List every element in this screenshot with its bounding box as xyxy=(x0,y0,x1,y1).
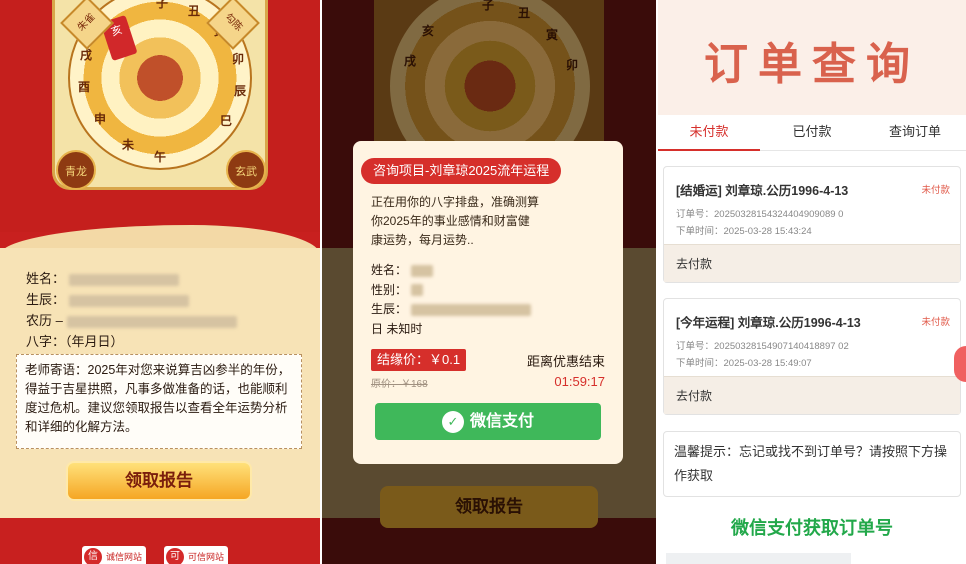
tip-box: 温馨提示：忘记或找不到订单号？请按照下方操作获取 xyxy=(663,431,961,497)
order-card: [结婚运] 刘章琼.公历1996-4-13 未付款 订单号：2025032815… xyxy=(663,166,961,283)
branch-label: 丑 xyxy=(188,4,201,18)
birth-label: 生辰： xyxy=(371,302,408,316)
branch-label: 丑 xyxy=(518,6,531,20)
gender-label: 性别： xyxy=(371,282,408,297)
branch-label: 寅 xyxy=(546,28,559,42)
user-info: 姓名： 生辰： 农历 – 八字：（年月日） xyxy=(26,268,237,352)
guide-heading: 微信支付获取订单号 xyxy=(731,518,893,538)
branch-label: 子 xyxy=(482,0,495,12)
order-card: [今年运程] 刘章琼.公历1996-4-13 未付款 订单号：202503281… xyxy=(663,298,961,415)
order-status: 未付款 xyxy=(921,185,950,196)
shield-icon: 信 xyxy=(84,548,102,564)
trust-logo: 信诚信网站 xyxy=(82,546,147,564)
order-title: [今年运程] 刘章琼.公历1996-4-13 xyxy=(676,316,861,330)
original-price: 原价：￥168 xyxy=(371,379,428,390)
order-time: 下单时间：2025-03-28 15:43:24 xyxy=(676,226,812,237)
footer-bar xyxy=(0,526,320,564)
wechat-pay-button[interactable]: ✓ 微信支付 xyxy=(375,403,601,440)
bazi-label: 八字：（年月日） xyxy=(26,334,124,349)
order-number: 订单号：20250328154324404909089 0 xyxy=(676,209,844,220)
birth-tail: 日 未知时 xyxy=(371,321,423,336)
branch-label: 卯 xyxy=(232,52,245,66)
name-label: 姓名： xyxy=(371,263,408,277)
modal-fields: 姓名： 性别： 生辰： 日 未知时 xyxy=(371,261,532,339)
go-pay-button[interactable]: 去付款 xyxy=(664,376,960,414)
branch-label: 亥 xyxy=(422,24,435,38)
modal-header: 咨询项目-刘章琼2025流年运程 xyxy=(361,158,562,184)
branch-label: 子 xyxy=(156,0,169,10)
birth-label: 生辰： xyxy=(26,292,66,307)
branch-label: 未 xyxy=(122,138,135,152)
redacted-value xyxy=(411,284,424,297)
redacted-value xyxy=(66,315,237,328)
redacted-value xyxy=(69,273,180,286)
wechat-pay-label: 微信支付 xyxy=(469,413,534,430)
teacher-note: 老师寄语：2025年对您来说算吉凶参半的年份，得益于吉星拱照，凡事多做准备的话，… xyxy=(16,354,302,449)
lunar-label: 农历 – xyxy=(26,313,63,328)
branch-label: 卯 xyxy=(566,58,579,72)
price-label: 结缘价：￥0.1 xyxy=(371,349,467,371)
order-time: 下单时间：2025-03-28 15:49:07 xyxy=(676,358,812,369)
badge-icon: 可 xyxy=(166,548,184,564)
redacted-value xyxy=(69,294,190,307)
order-title: [结婚运] 刘章琼.公历1996-4-13 xyxy=(676,184,849,198)
redacted-value xyxy=(411,303,532,316)
claim-report-button: 领取报告 xyxy=(380,486,598,528)
order-status: 未付款 xyxy=(921,317,950,328)
branch-label: 申 xyxy=(94,112,107,126)
trust-logo: 可可信网站 xyxy=(164,546,229,564)
branch-label: 酉 xyxy=(78,80,91,94)
wechat-icon: ✓ xyxy=(441,410,464,433)
payment-modal: 咨询项目-刘章琼2025流年运程 正在用你的八字排盘，准确测算你2025年的事业… xyxy=(353,141,623,464)
tab-unpaid[interactable]: 未付款 xyxy=(658,115,760,151)
claim-report-button[interactable]: 领取报告 xyxy=(66,461,252,501)
order-number: 订单号：20250328154907140418897 02 xyxy=(676,341,849,352)
go-pay-button[interactable]: 去付款 xyxy=(664,244,960,282)
branch-label: 巳 xyxy=(220,114,233,128)
tab-query-order[interactable]: 查询订单 xyxy=(864,115,966,151)
order-tabs: 未付款 已付款 查询订单 xyxy=(658,115,966,151)
screenshot-preview xyxy=(666,553,851,564)
redacted-value xyxy=(411,264,434,277)
order-query-page: 订单查询 未付款 已付款 查询订单 [结婚运] 刘章琼.公历1996-4-13 … xyxy=(658,0,966,564)
floating-button[interactable] xyxy=(954,346,966,382)
branch-label: 辰 xyxy=(234,84,247,98)
fortune-page: 子 丑 寅 卯 辰 巳 午 未 申 酉 戌 亥 亥 朱雀 勾陈 青龙 玄武 姓名… xyxy=(0,0,320,564)
tab-paid[interactable]: 已付款 xyxy=(761,115,863,151)
payment-page: 子 丑 寅 卯 戌 亥 领取报告 咨询项目-刘章琼2025流年运程 正在用你的八… xyxy=(322,0,656,564)
modal-description: 正在用你的八字排盘，准确测算你2025年的事业感情和财富健康运势，每月运势.. xyxy=(371,195,540,247)
qinglong-badge: 青龙 xyxy=(56,150,96,190)
name-label: 姓名： xyxy=(26,271,66,286)
countdown-timer: 01:59:17 xyxy=(554,374,605,389)
page-title: 订单查询 xyxy=(704,40,920,89)
discount-label: 距离优惠结束 xyxy=(526,354,605,369)
branch-label: 午 xyxy=(154,150,167,164)
xuanwu-badge: 玄武 xyxy=(226,150,266,190)
branch-label: 戌 xyxy=(404,54,417,68)
